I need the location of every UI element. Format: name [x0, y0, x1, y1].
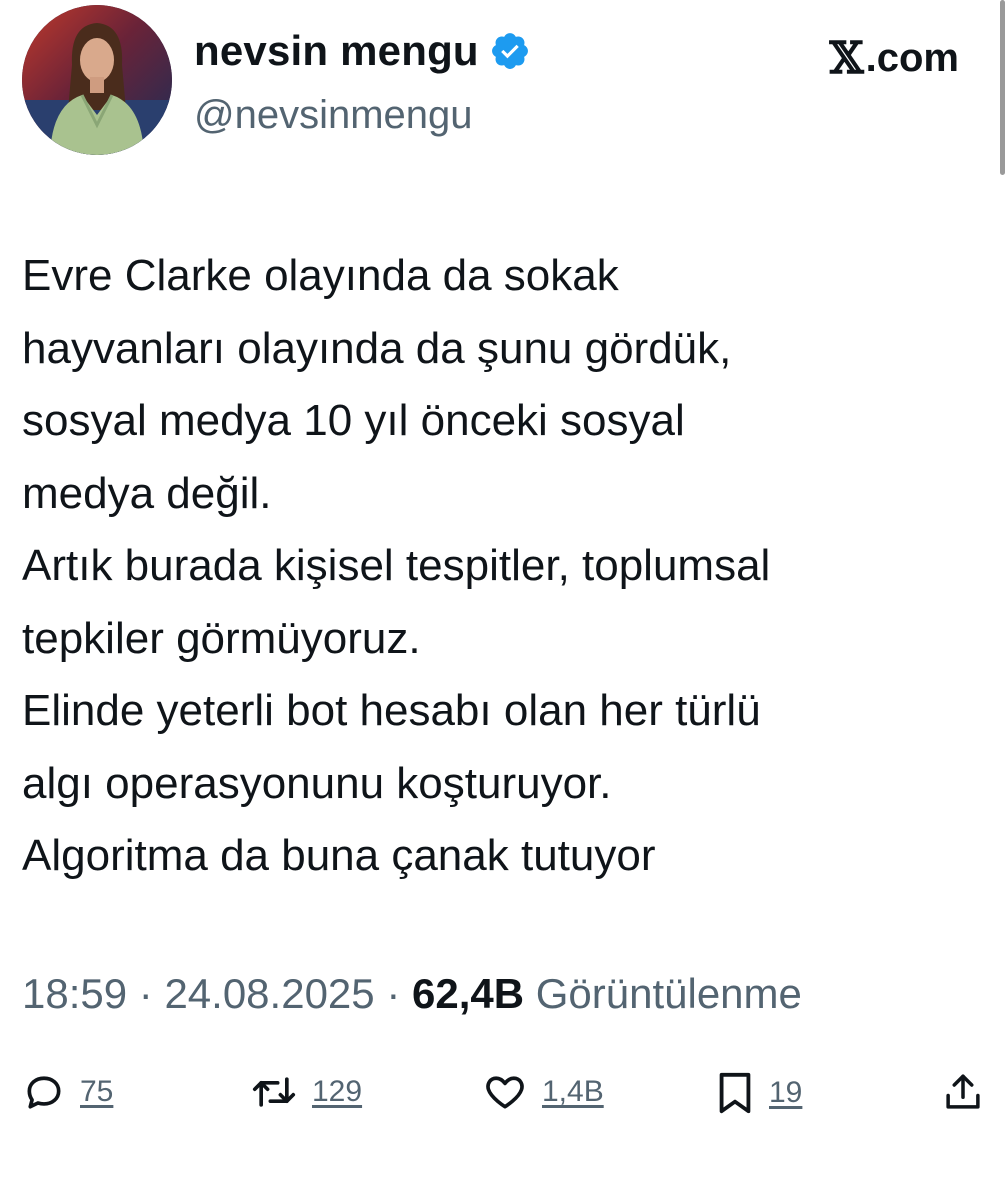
display-name[interactable]: nevsin mengu — [194, 27, 479, 75]
tweet-time[interactable]: 18:59 — [22, 970, 127, 1017]
tweet-line: Artık burada kişisel tespitler, toplumsa… — [22, 541, 771, 590]
views-count[interactable]: 62,4B — [412, 970, 524, 1017]
tweet-line: tepkiler görmüyoruz. — [22, 613, 421, 663]
like-count: 1,4B — [542, 1075, 604, 1108]
reply-button[interactable]: 75 — [22, 1070, 113, 1114]
like-button[interactable]: 1,4B — [482, 1070, 604, 1114]
avatar[interactable] — [22, 5, 172, 155]
page-scrollbar[interactable] — [1000, 0, 1005, 175]
user-name-row: nevsin mengu — [194, 27, 531, 75]
brand-logo: 𝕏 .com — [830, 33, 960, 84]
bookmark-icon — [719, 1072, 751, 1114]
repost-icon — [252, 1077, 296, 1107]
views-label: Görüntülenme — [524, 970, 802, 1017]
x-logo-icon: 𝕏 — [829, 33, 864, 84]
tweet-line: hayvanları olayında da şunu gördük, — [22, 323, 732, 373]
meta-separator: · — [127, 970, 165, 1017]
tweet-line: sosyal medya 10 yıl önceki sosyal — [22, 396, 685, 445]
tweet-line: medya değil. — [22, 468, 272, 518]
repost-count: 129 — [312, 1075, 363, 1108]
reply-count: 75 — [80, 1075, 114, 1108]
reply-icon — [27, 1076, 61, 1109]
tweet-line: Algoritma da buna çanak tutuyor — [22, 831, 656, 880]
tweet-line: Evre Clarke olayında da sokak — [22, 251, 619, 300]
meta-separator: · — [374, 970, 412, 1017]
bookmark-count: 19 — [769, 1076, 803, 1109]
verified-badge-icon — [489, 30, 531, 72]
bookmark-button[interactable]: 19 — [715, 1070, 802, 1116]
brand-label: .com — [865, 36, 959, 80]
tweet-line: algı operasyonunu koşturuyor. — [22, 758, 612, 808]
share-button[interactable] — [942, 1070, 984, 1114]
user-handle[interactable]: @nevsinmengu — [194, 93, 473, 138]
tweet-meta: 18:59 · 24.08.2025 · 62,4B Görüntülenme — [22, 970, 802, 1018]
tweet-header: nevsin mengu @nevsinmengu 𝕏 .com — [22, 5, 985, 160]
tweet-line: Elinde yeterli bot hesabı olan her türlü — [22, 686, 761, 735]
tweet-date[interactable]: 24.08.2025 — [164, 970, 374, 1017]
heart-icon — [486, 1076, 524, 1109]
tweet-actions: 75 129 1,4B 19 — [22, 1070, 985, 1130]
share-icon — [946, 1074, 980, 1109]
tweet-text: Evre Clarke olayında da sokak hayvanları… — [22, 240, 982, 893]
avatar-photo — [22, 5, 172, 155]
repost-button[interactable]: 129 — [250, 1070, 362, 1114]
